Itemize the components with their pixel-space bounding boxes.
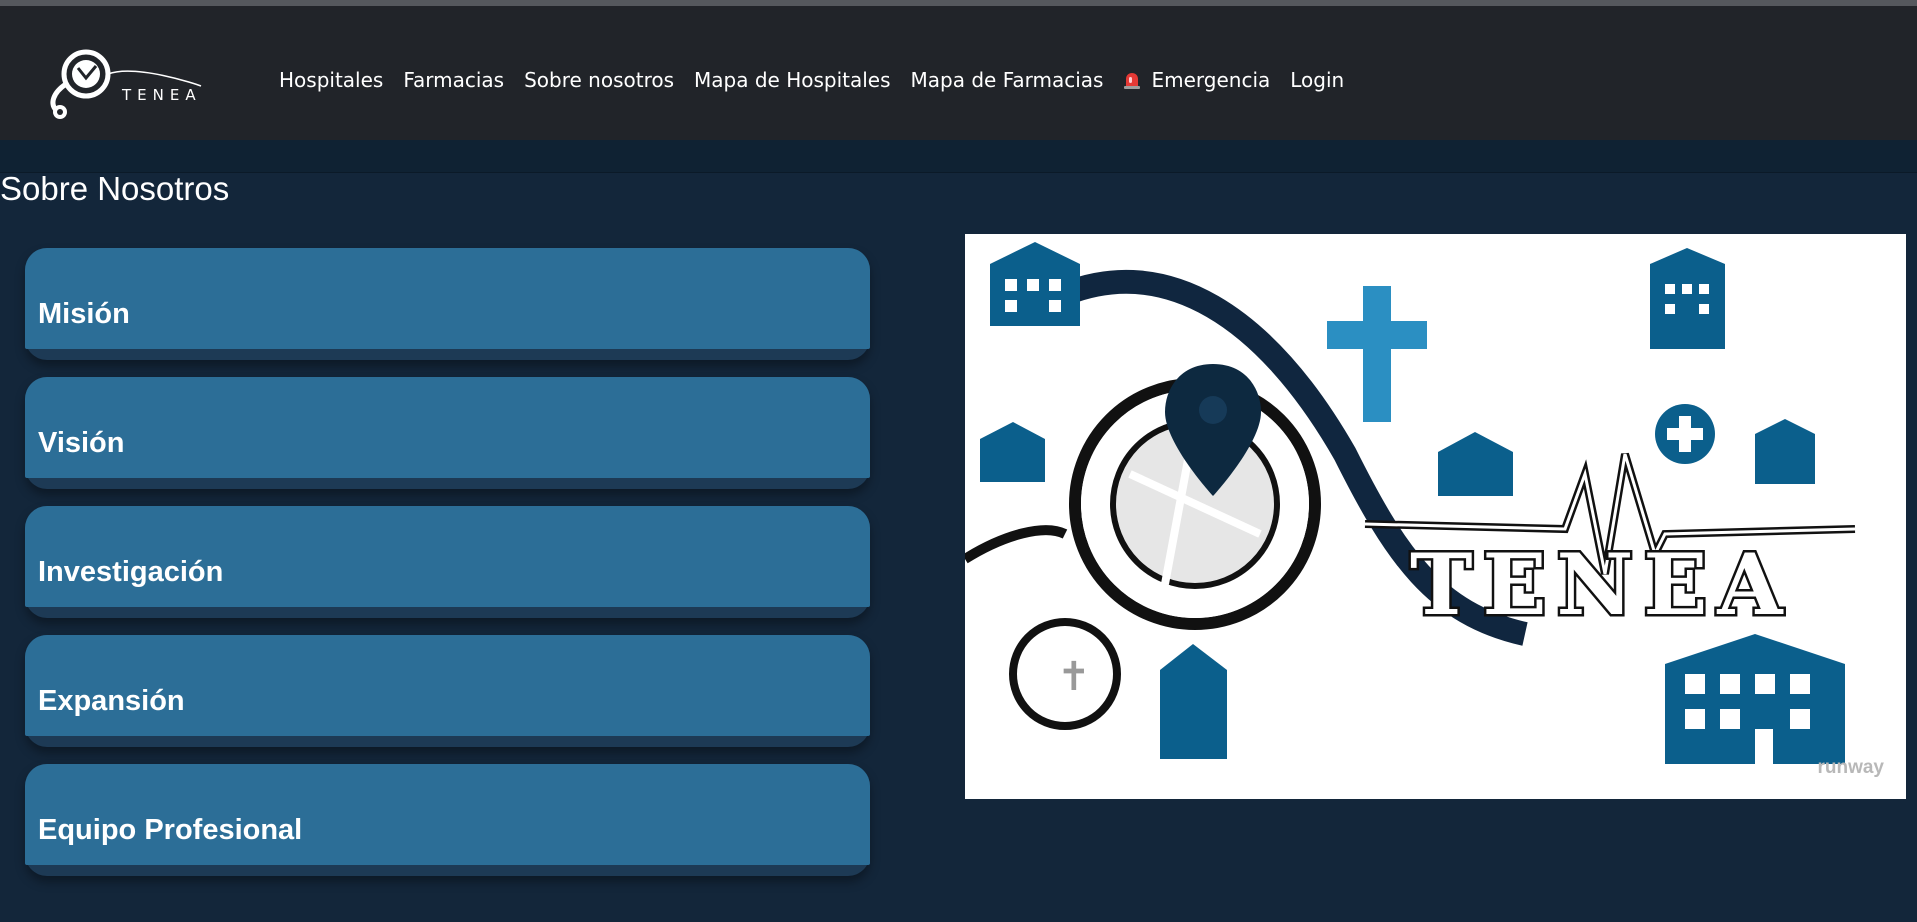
nav-link-hospitales[interactable]: Hospitales: [279, 68, 383, 92]
alarm-siren-icon: [1124, 73, 1141, 89]
page-title: Sobre Nosotros: [0, 170, 230, 207]
navbar: TENEA Hospitales Farmacias Sobre nosotro…: [0, 6, 1917, 140]
nav-links: Hospitales Farmacias Sobre nosotros Mapa…: [279, 60, 1364, 100]
nav-link-mapa-de-hospitales[interactable]: Mapa de Hospitales: [694, 68, 891, 92]
nav-link-emergencia-label: Emergencia: [1151, 68, 1271, 92]
panel-label: Misión: [38, 298, 130, 330]
nav-link-emergencia[interactable]: Emergencia: [1123, 68, 1270, 92]
panel-vision[interactable]: Visión: [25, 377, 870, 489]
panel-equipo-profesional[interactable]: Equipo Profesional: [25, 764, 870, 876]
logo-text: TENEA: [121, 86, 202, 104]
panel-mision[interactable]: Misión: [25, 248, 870, 360]
image-watermark: runway: [1817, 757, 1884, 778]
nav-link-sobre-nosotros[interactable]: Sobre nosotros: [524, 68, 674, 92]
nav-link-farmacias[interactable]: Farmacias: [403, 68, 504, 92]
panel-label: Expansión: [38, 685, 185, 717]
about-us-image: ✝ TENEA runway: [965, 234, 1906, 799]
tenea-illustration: ✝ TENEA: [965, 242, 1856, 764]
panel-label: Visión: [38, 427, 125, 459]
image-brand-text: TENEA: [1410, 535, 1793, 634]
panel-label: Equipo Profesional: [38, 814, 303, 846]
nav-link-login[interactable]: Login: [1290, 68, 1344, 92]
header-divider-strip: [0, 140, 1917, 173]
nav-link-mapa-de-farmacias[interactable]: Mapa de Farmacias: [911, 68, 1104, 92]
panel-expansion[interactable]: Expansión: [25, 635, 870, 747]
site-logo[interactable]: TENEA: [36, 44, 206, 120]
svg-text:✝: ✝: [1057, 654, 1091, 700]
panel-investigacion[interactable]: Investigación: [25, 506, 870, 618]
panel-label: Investigación: [38, 556, 224, 588]
